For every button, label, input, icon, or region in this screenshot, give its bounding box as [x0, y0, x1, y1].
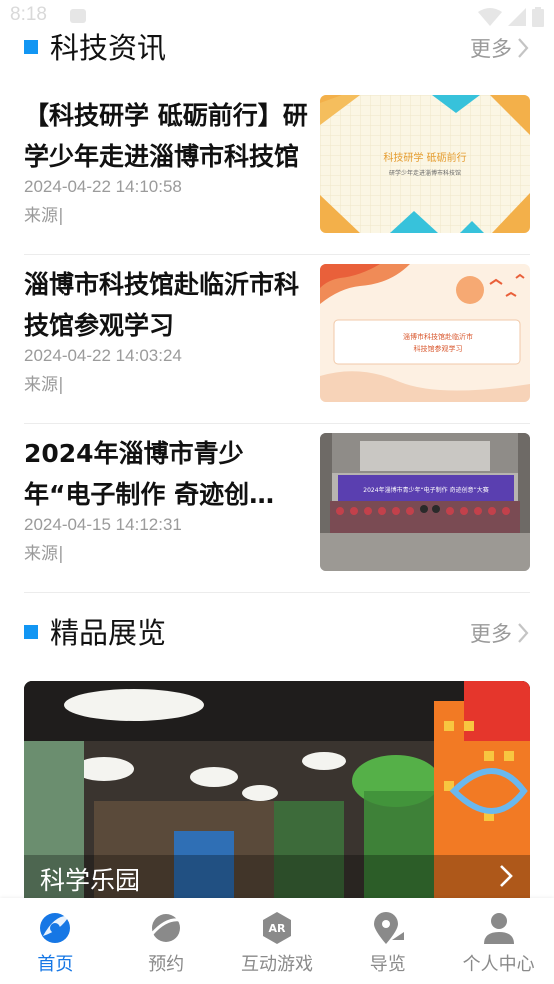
news-source: 来源|	[24, 206, 64, 226]
exhibit-feature-card[interactable]: 科学乐园	[24, 681, 530, 899]
reserve-icon	[148, 910, 184, 946]
ar-game-icon: AR	[259, 910, 295, 946]
news-item[interactable]: 2024年淄博市青少年“电子制作 奇迹创意”大赛 2024-04-15 14:1…	[24, 425, 530, 593]
signal-icon	[508, 8, 526, 26]
news-item[interactable]: 淄博市科技馆赴临沂市科技馆参观学习 2024-04-22 14:03:24 来源…	[24, 256, 530, 424]
home-icon	[37, 910, 73, 946]
more-label: 更多	[470, 622, 512, 646]
feature-caption: 科学乐园	[24, 855, 530, 899]
tab-label: 预约	[148, 954, 185, 975]
news-section-header: 科技资讯 更多	[24, 28, 530, 68]
news-thumbnail: 淄博市科技馆赴临沂市 科技馆参观学习	[320, 264, 530, 402]
bottom-tab-bar: 首页 预约 AR 互动游戏 导览 个人中心	[0, 898, 554, 984]
news-date: 2024-04-22 14:10:58	[24, 177, 182, 196]
news-date: 2024-04-22 14:03:24	[24, 346, 182, 365]
tab-interactive-games[interactable]: AR 互动游戏	[222, 898, 333, 984]
profile-icon	[481, 910, 517, 946]
thumb-subtitle: 科技馆参观学习	[414, 344, 463, 353]
news-thumbnail: 2024年淄博市青少年“电子制作 奇迹创意”大赛	[320, 433, 530, 571]
section-title: 科技资讯	[50, 31, 167, 65]
news-source: 来源|	[24, 375, 64, 395]
chevron-right-icon	[518, 623, 529, 643]
feature-label: 科学乐园	[40, 866, 141, 895]
tab-label: 首页	[37, 954, 74, 975]
news-title: 淄博市科技馆赴临沂市科技馆参观学习	[24, 270, 300, 340]
tab-home[interactable]: 首页	[0, 898, 111, 984]
news-title: 2024年淄博市青少年“电子制作 奇迹创意”大赛	[24, 439, 250, 509]
news-source: 来源|	[24, 544, 64, 564]
more-label: 更多	[470, 37, 512, 61]
notification-icon	[70, 9, 86, 23]
exhibit-section-header: 精品展览 更多	[24, 613, 530, 653]
svg-text:AR: AR	[268, 922, 286, 935]
chevron-right-icon	[500, 865, 513, 887]
section-title: 精品展览	[50, 616, 167, 650]
battery-icon	[532, 7, 544, 27]
section-marker	[24, 40, 38, 54]
thumb-title: 淄博市科技馆赴临沂市	[403, 332, 473, 341]
thumb-title: 科技研学 砥砺前行	[383, 151, 466, 164]
tab-label: 导览	[369, 954, 406, 975]
news-thumbnail: 科技研学 砥砺前行 研学少年走进淄博市科技馆	[320, 95, 530, 233]
tab-profile[interactable]: 个人中心	[443, 898, 554, 984]
section-marker	[24, 625, 38, 639]
tab-reserve[interactable]: 预约	[111, 898, 222, 984]
chevron-right-icon	[518, 38, 529, 58]
thumb-subtitle: 研学少年走进淄博市科技馆	[389, 169, 461, 177]
tab-label: 互动游戏	[240, 954, 313, 975]
status-time: 8:18	[10, 4, 47, 25]
tab-guide[interactable]: 导览	[332, 898, 443, 984]
exhibit-more-link[interactable]: 更多	[470, 617, 530, 649]
status-icons	[478, 7, 544, 27]
news-date: 2024-04-15 14:12:31	[24, 515, 182, 534]
news-item[interactable]: 【科技研学 砥砺前行】研学少年走进淄博市科技馆 2024-04-22 14:10…	[24, 87, 530, 255]
guide-icon	[370, 910, 406, 946]
news-title: 【科技研学 砥砺前行】研学少年走进淄博市科技馆	[24, 101, 308, 171]
thumb-banner: 2024年淄博市青少年“电子制作 奇迹创意”大赛	[363, 486, 488, 494]
tab-label: 个人中心	[462, 954, 535, 975]
wifi-icon	[478, 8, 502, 26]
news-more-link[interactable]: 更多	[470, 32, 530, 64]
